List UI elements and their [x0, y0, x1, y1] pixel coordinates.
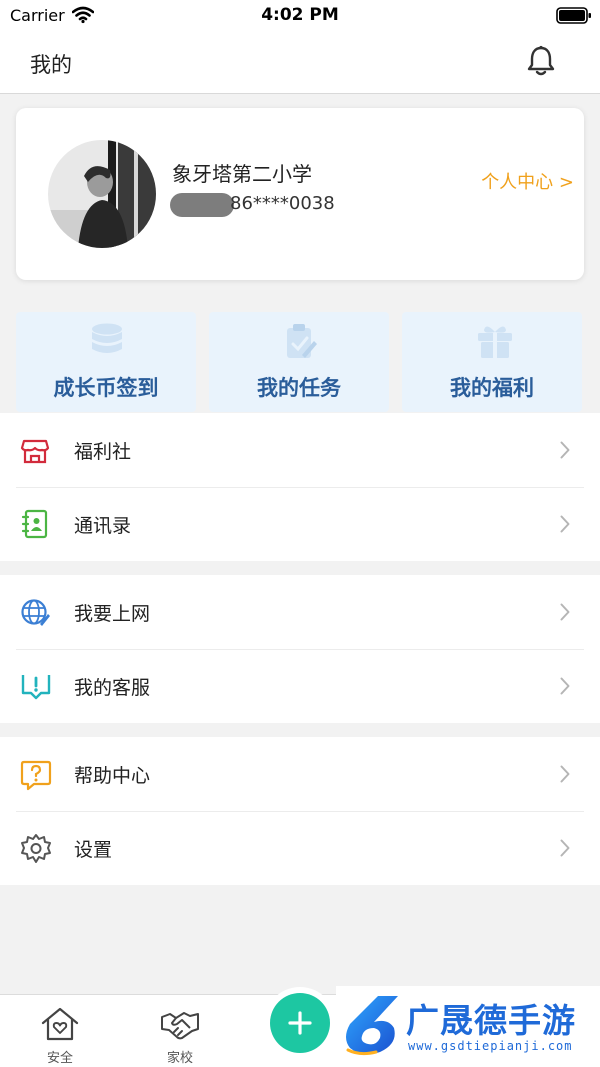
contacts-icon: [21, 509, 48, 539]
menu-label: 设置: [74, 839, 113, 861]
chevron-right-icon: [560, 765, 570, 783]
menu-item-go-online[interactable]: 我要上网: [0, 575, 600, 649]
gift-icon: [478, 326, 512, 358]
tab-safety[interactable]: 安全: [0, 995, 120, 1067]
phone-redaction-mask: [170, 193, 234, 217]
profile-card[interactable]: 象牙塔第二小学 86****0038 个人中心 >: [16, 108, 584, 280]
tab-label: 家校: [166, 1051, 193, 1066]
nav-bar: 我的: [0, 32, 600, 94]
gear-icon: [21, 834, 51, 863]
customer-service-icon: [21, 675, 51, 700]
school-name: 象牙塔第二小学: [172, 162, 312, 186]
menu-item-contacts[interactable]: 通讯录: [0, 487, 600, 561]
menu-group-2: 我要上网 我的客服: [0, 575, 600, 723]
watermark: 广晟德手游 www.gsdtiepianji.com: [336, 986, 600, 1067]
menu-item-customer-service[interactable]: 我的客服: [0, 649, 600, 723]
status-bar: Carrier 4:02 PM: [0, 0, 600, 32]
menu-label: 福利社: [74, 441, 132, 463]
house-heart-icon: [41, 1007, 79, 1041]
chevron-right-icon: [560, 603, 570, 621]
watermark-name: 广晟德手游: [406, 1001, 576, 1040]
my-benefits-tile[interactable]: 我的福利: [402, 312, 582, 412]
tab-label: 安全: [46, 1051, 73, 1066]
help-icon: [20, 760, 52, 791]
phone-row: 86****0038: [170, 191, 370, 219]
battery-icon: [556, 7, 591, 24]
page-title: 我的: [30, 53, 72, 77]
menu-item-welfare-shop[interactable]: 福利社: [0, 413, 600, 487]
tile-label: 我的福利: [450, 376, 534, 400]
shop-icon: [20, 439, 50, 464]
watermark-logo: [346, 996, 398, 1056]
handshake-icon: [161, 1012, 199, 1040]
growth-coin-checkin-tile[interactable]: 成长币签到: [16, 312, 196, 412]
personal-center-link[interactable]: 个人中心 >: [481, 168, 574, 194]
menu-group-3: 帮助中心 设置: [0, 737, 600, 885]
menu-label: 通讯录: [74, 515, 132, 537]
chevron-right-icon: [560, 515, 570, 533]
chevron-right-icon: [560, 441, 570, 459]
chevron-right-icon: [560, 839, 570, 857]
menu-label: 我的客服: [74, 677, 151, 699]
tile-label: 我的任务: [257, 376, 341, 400]
quick-actions: 成长币签到 我的任务 我的福利: [16, 312, 584, 412]
globe-icon: [21, 599, 50, 626]
tab-home-school[interactable]: 家校: [120, 995, 240, 1067]
menu-item-settings[interactable]: 设置: [0, 811, 600, 885]
bell-icon[interactable]: [524, 44, 558, 78]
menu-item-help-center[interactable]: 帮助中心: [0, 737, 600, 811]
menu-group-1: 福利社 通讯录: [0, 413, 600, 561]
watermark-url: www.gsdtiepianji.com: [408, 1039, 573, 1053]
phone-number: 86****0038: [230, 193, 335, 214]
avatar[interactable]: [48, 140, 156, 248]
my-tasks-tile[interactable]: 我的任务: [209, 312, 389, 412]
menu-label: 我要上网: [74, 603, 151, 625]
plus-icon: [288, 1011, 312, 1035]
add-button[interactable]: [270, 993, 330, 1053]
tile-label: 成长币签到: [53, 376, 159, 400]
task-clipboard-icon: [287, 324, 317, 358]
status-time: 4:02 PM: [261, 5, 339, 25]
menu-label: 帮助中心: [74, 765, 151, 787]
chevron-right-icon: [560, 677, 570, 695]
avatar-photo: [48, 140, 156, 248]
coin-stack-icon: [92, 323, 122, 353]
